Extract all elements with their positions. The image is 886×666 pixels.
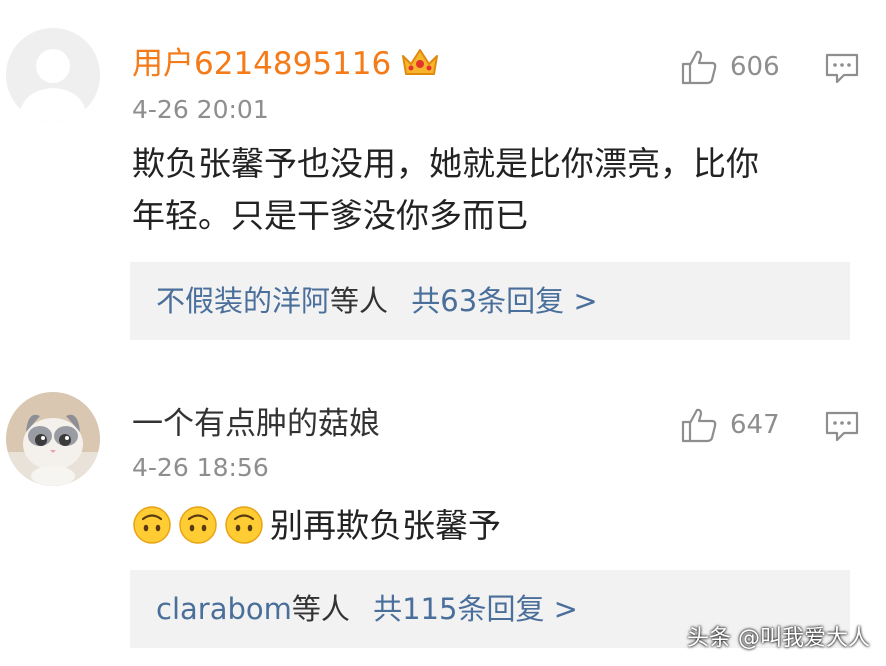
timestamp: 4-26 18:56 — [132, 453, 269, 482]
avatar[interactable] — [6, 28, 100, 122]
username[interactable]: 用户6214895116 — [132, 44, 391, 84]
timestamp: 4-26 20:01 — [132, 95, 269, 124]
reply-mid: 等人 — [330, 284, 389, 318]
thumbs-up-icon[interactable] — [680, 48, 718, 86]
reply-count-link[interactable]: 共63条回复 > — [411, 284, 597, 318]
comment-icon[interactable] — [824, 410, 860, 442]
watermark: 头条 @叫我爱大人 — [687, 626, 870, 651]
thumbs-up-icon[interactable] — [680, 406, 718, 444]
like-count: 606 — [730, 52, 780, 82]
avatar[interactable] — [6, 392, 100, 486]
crown-icon — [402, 49, 438, 75]
upside-down-face-emoji — [179, 506, 217, 544]
comment-text: 别再欺负张馨予 — [132, 500, 852, 552]
comment-text-line: 欺负张馨予也没用，她就是比你漂亮，比你 — [132, 144, 759, 183]
reply-users[interactable]: 不假装的洋阿 — [156, 284, 330, 318]
reply-mid: 等人 — [291, 592, 350, 626]
comment-icon[interactable] — [824, 52, 860, 84]
comment-text-line: 年轻。只是干爹没你多而已 — [132, 196, 528, 235]
like-count: 647 — [730, 410, 780, 440]
upside-down-face-emoji — [225, 506, 263, 544]
upside-down-face-emoji — [133, 506, 171, 544]
reply-summary-box[interactable]: 不假装的洋阿等人 共63条回复 > — [130, 262, 850, 340]
reply-users[interactable]: clarabom — [156, 592, 292, 626]
comment-text: 欺负张馨予也没用，她就是比你漂亮，比你 年轻。只是干爹没你多而已 — [132, 138, 852, 242]
username[interactable]: 一个有点肿的菇娘 — [132, 404, 380, 444]
reply-count-link[interactable]: 共115条回复 > — [373, 592, 578, 626]
comment-text-line: 别再欺负张馨予 — [270, 506, 501, 545]
